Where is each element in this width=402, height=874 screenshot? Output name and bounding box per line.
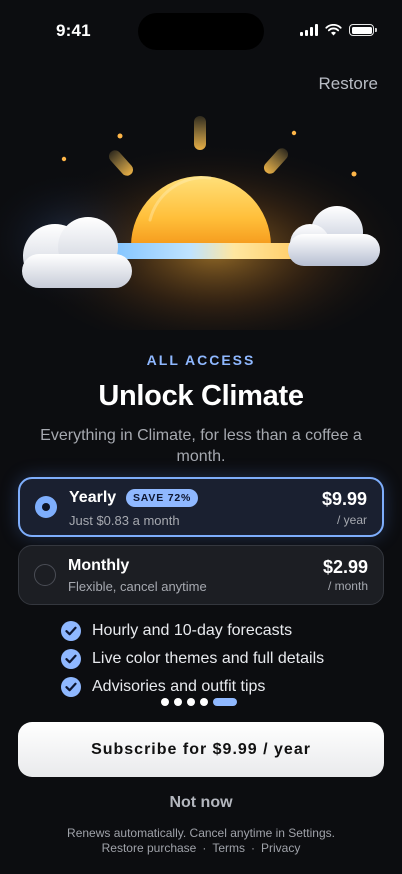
terms-link[interactable]: Terms: [212, 841, 245, 855]
footer-separator: ·: [202, 841, 207, 855]
status-icons: [300, 24, 377, 36]
save-badge: SAVE 72%: [126, 489, 199, 507]
paywall-screen: 9:41 Restore ALL ACCESS Unlock Climate E…: [0, 0, 402, 874]
signal-icon: [300, 24, 318, 36]
feature-item: Hourly and 10-day forecasts: [61, 617, 324, 645]
feature-item: Advisories and outfit tips: [61, 673, 324, 701]
wifi-icon: [325, 24, 342, 36]
check-icon: [61, 649, 81, 669]
radio-unselected-icon: [34, 564, 56, 586]
status-time: 9:41: [56, 21, 91, 40]
page-title: Unlock Climate: [98, 380, 304, 412]
page-dot[interactable]: [161, 698, 169, 706]
page-dot[interactable]: [174, 698, 182, 706]
page-dot-active[interactable]: [213, 698, 237, 706]
plan-option-monthly[interactable]: Monthly Flexible, cancel anytime $2.99 /…: [18, 545, 384, 605]
plan-name: Yearly: [69, 489, 117, 506]
restore-purchase-link[interactable]: Restore purchase: [102, 841, 197, 855]
feature-text: Advisories and outfit tips: [92, 678, 266, 695]
footer-separator: ·: [251, 841, 256, 855]
subscribe-button[interactable]: Subscribe for $9.99 / year: [18, 722, 384, 777]
plan-name: Monthly: [68, 557, 130, 574]
eyebrow-label: ALL ACCESS: [146, 352, 256, 368]
plan-period: / month: [327, 579, 368, 593]
feature-item: Live color themes and full details: [61, 645, 324, 673]
plan-period: / year: [336, 513, 367, 527]
plan-option-yearly[interactable]: Yearly SAVE 72% Just $0.83 a month $9.99…: [18, 477, 384, 537]
plan-subtitle: Just $0.83 a month: [69, 513, 180, 528]
plan-subtitle: Flexible, cancel anytime: [68, 579, 207, 594]
page-dot[interactable]: [200, 698, 208, 706]
privacy-link[interactable]: Privacy: [261, 841, 300, 855]
renew-text: Renews automatically. Cancel anytime in …: [67, 826, 335, 840]
page-subtitle: Everything in Climate, for less than a c…: [40, 427, 362, 465]
check-icon: [61, 677, 81, 697]
battery-icon: [349, 24, 377, 36]
footer-links: Restore purchase · Terms · Privacy: [0, 841, 402, 856]
not-now-button[interactable]: Not now: [0, 794, 402, 812]
radio-selected-icon: [35, 496, 57, 518]
check-icon: [61, 621, 81, 641]
restore-button[interactable]: Restore: [318, 74, 378, 94]
hero-illustration: [0, 116, 402, 330]
feature-list: Hourly and 10-day forecasts Live color t…: [61, 617, 324, 701]
plan-price: $9.99: [321, 489, 367, 509]
feature-text: Live color themes and full details: [92, 650, 325, 667]
page-indicator[interactable]: [161, 698, 237, 706]
page-dot[interactable]: [187, 698, 195, 706]
dynamic-island: [138, 13, 264, 50]
legal-footer: Renews automatically. Cancel anytime in …: [0, 826, 402, 856]
plan-price: $2.99: [322, 557, 368, 577]
feature-text: Hourly and 10-day forecasts: [92, 622, 293, 639]
